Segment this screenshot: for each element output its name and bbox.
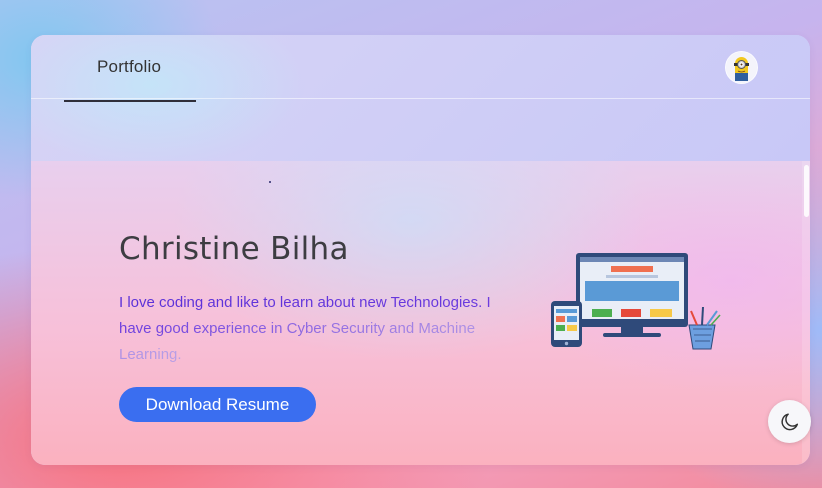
hero-name: Christine Bilha bbox=[119, 231, 349, 267]
decorative-dot bbox=[269, 181, 271, 183]
hero-bio: I love coding and like to learn about ne… bbox=[119, 290, 514, 368]
theme-toggle-button[interactable] bbox=[768, 400, 811, 443]
navbar: Portfolio bbox=[31, 35, 810, 161]
portfolio-card: Portfolio Christine Bilha I love coding … bbox=[31, 35, 810, 465]
tab-portfolio[interactable]: Portfolio bbox=[97, 57, 161, 77]
download-resume-button[interactable]: Download Resume bbox=[119, 387, 316, 422]
navbar-divider bbox=[31, 98, 810, 99]
hero-section: Christine Bilha I love coding and like t… bbox=[31, 161, 810, 465]
active-tab-indicator bbox=[64, 100, 196, 102]
moon-icon bbox=[781, 412, 798, 430]
devices-illustration-icon bbox=[551, 253, 721, 350]
avatar[interactable] bbox=[725, 51, 758, 84]
scrollbar-thumb[interactable] bbox=[804, 165, 809, 217]
hero-bio-text: I love coding and like to learn about ne… bbox=[119, 294, 491, 363]
minion-avatar-icon bbox=[726, 52, 757, 83]
